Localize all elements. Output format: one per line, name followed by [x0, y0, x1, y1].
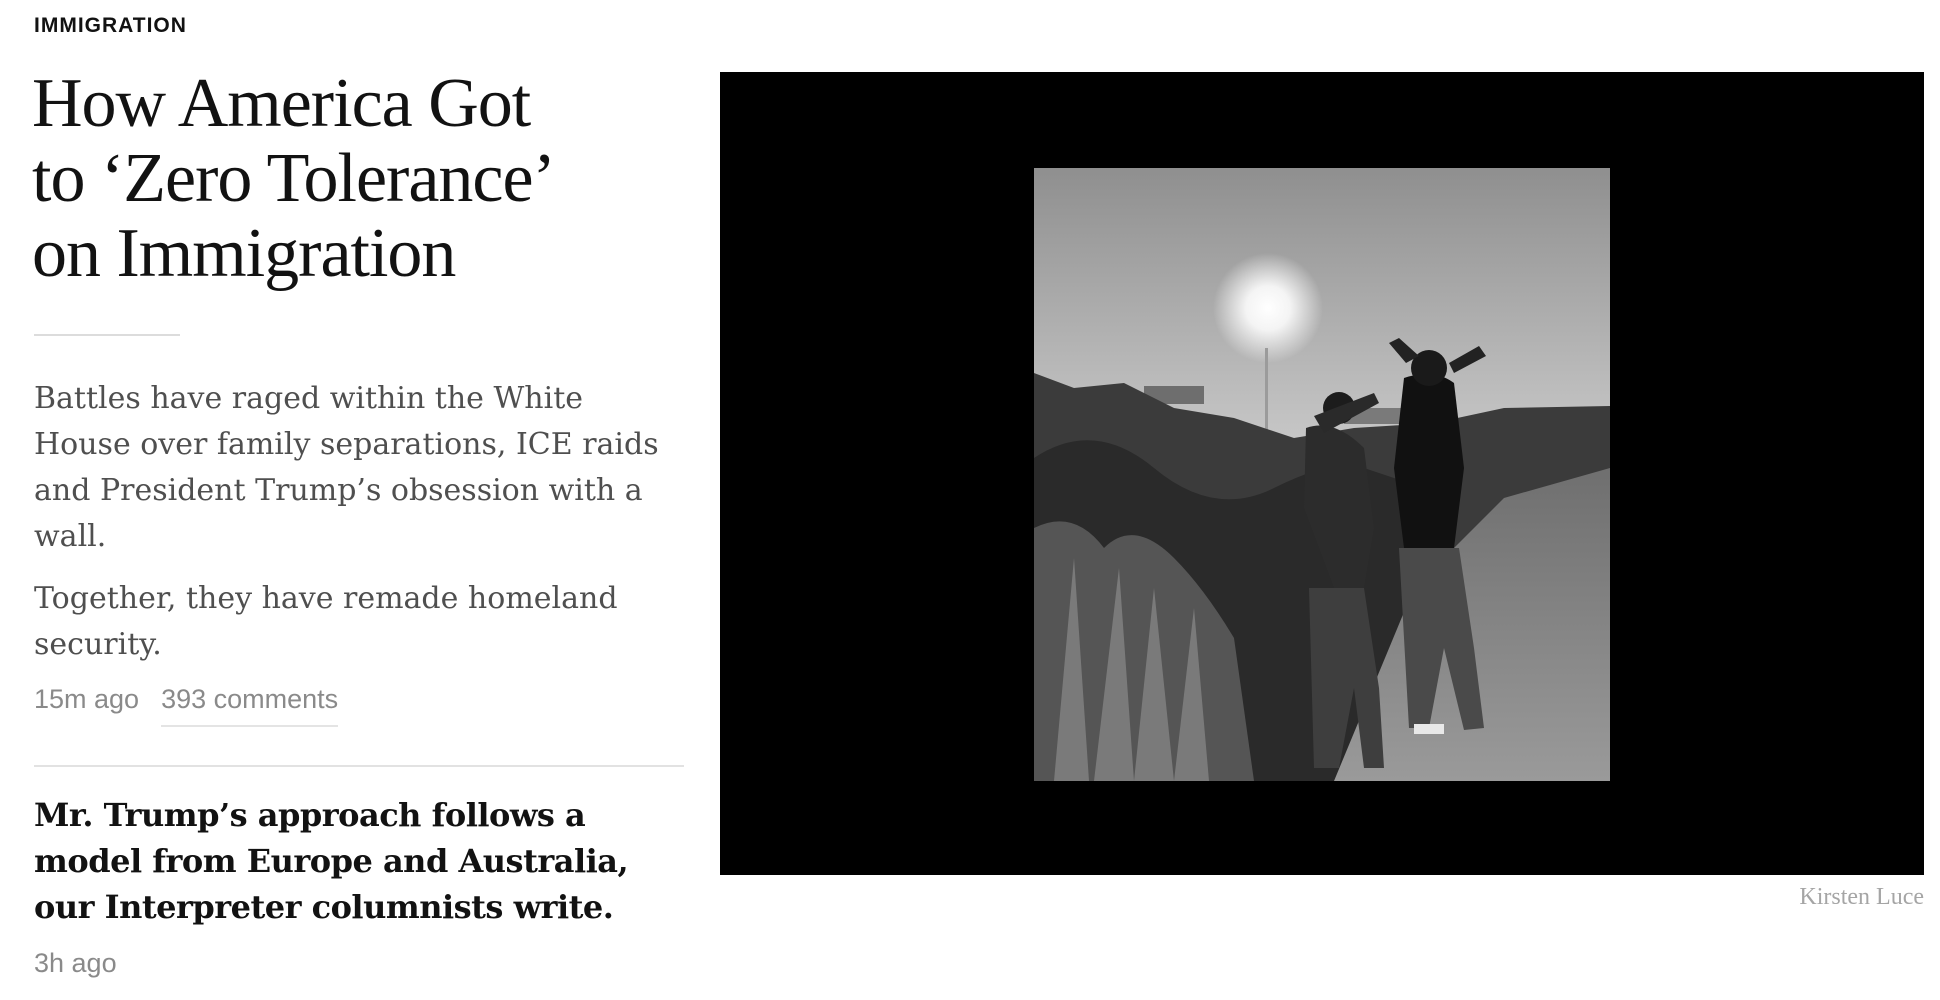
headline-line[interactable]: on Immigration [32, 216, 592, 291]
related-timestamp: 3h ago [34, 948, 117, 978]
photo-credit: Kirsten Luce [1799, 884, 1924, 910]
kicker-section-label[interactable]: IMMIGRATION [34, 14, 187, 38]
article-meta: 15m ago 393 comments [34, 684, 339, 727]
headline-line[interactable]: to ‘Zero Tolerance’ [32, 141, 592, 216]
photo-illustration [1034, 168, 1610, 781]
headline-line[interactable]: How America Got [32, 66, 592, 141]
article-photo[interactable] [1034, 168, 1610, 781]
section-divider [34, 765, 684, 767]
related-headline[interactable]: Mr. Trump’s approach follows a model fro… [34, 792, 684, 930]
article-summary: Together, they have remade homeland secu… [34, 581, 618, 662]
comments-link[interactable]: 393 comments [161, 684, 339, 727]
article-timestamp: 15m ago [34, 684, 140, 714]
article-headline[interactable]: How America Got to ‘Zero Tolerance’ on I… [32, 66, 592, 291]
headline-divider [34, 334, 180, 336]
article-summary: Battles have raged within the White Hous… [34, 381, 659, 554]
